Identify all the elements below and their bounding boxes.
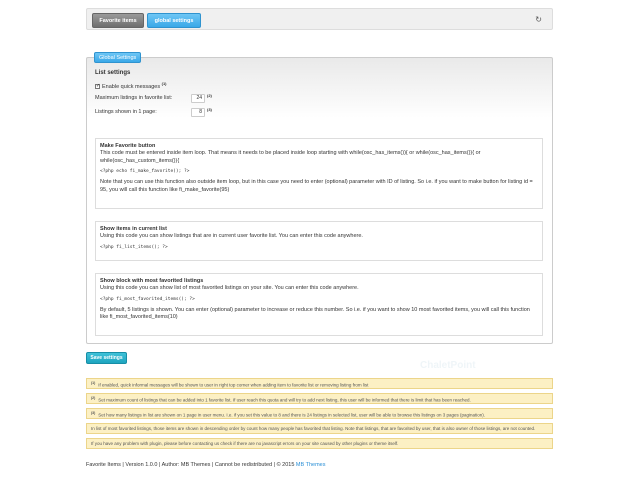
top-tab-bar: Favorite items global settings ↻ [86, 8, 553, 30]
card-title: Make Favorite button [100, 143, 156, 149]
code-snippet: <?php echo fi_make_favorite(); ?> [100, 169, 190, 174]
card-text: Using this code you can show listings th… [100, 233, 363, 239]
list-settings-heading: List settings [95, 70, 131, 76]
panel-legend: Global Settings [94, 52, 142, 63]
footer-link[interactable]: MB Themes [296, 462, 326, 468]
footnote-mark: (2) [207, 93, 212, 98]
note-row: (2) Set maximum count of listings that ca… [86, 393, 553, 404]
card-text: By default, 5 listings is shown. You can… [100, 306, 530, 321]
watermark: ChaletPoint [420, 360, 476, 371]
note-row: (1) If enabled, quick informal messages w… [86, 378, 553, 389]
quick-messages-row: ✓ Enable quick messages (1) [95, 81, 167, 90]
info-card-make-favorite: Make Favorite button This code must be e… [95, 138, 543, 209]
note-row: If you have any problem with plugin, ple… [86, 438, 553, 449]
card-title: Show block with most favorited listings [100, 278, 204, 284]
per-page-input[interactable]: 8 [191, 108, 205, 117]
card-text: This code must be entered inside item lo… [100, 150, 481, 164]
note-row: (3) Set how many listings in list are sho… [86, 408, 553, 419]
card-title: Show items in current list [100, 226, 167, 232]
code-snippet: <?php fi_list_items(); ?> [100, 244, 168, 250]
card-text: Note that you can use this function also… [100, 179, 533, 193]
card-text: Using this code you can show list of mos… [100, 285, 359, 291]
quick-messages-label: Enable quick messages [102, 83, 161, 90]
code-snippet: <?php fi_most_favorited_items(); ?> [100, 296, 195, 302]
footer-text: Favorite Items | Version 1.0.0 | Author:… [86, 462, 295, 468]
footnote-mark: (3) [207, 107, 212, 112]
refresh-icon[interactable]: ↻ [535, 15, 542, 24]
info-card-most-favorited: Show block with most favorited listings … [95, 273, 543, 336]
note-row: In list of most favorited listings, thos… [86, 423, 553, 434]
quick-messages-checkbox[interactable]: ✓ [95, 83, 100, 89]
save-settings-button[interactable]: Save settings [86, 352, 127, 364]
footer: Favorite Items | Version 1.0.0 | Author:… [86, 462, 325, 468]
tab-global-settings[interactable]: global settings [147, 13, 201, 28]
max-listings-input[interactable]: 24 [191, 94, 205, 103]
footnote-mark: (1) [161, 81, 167, 86]
max-listings-label: Maximum listings in favorite list: [95, 95, 173, 101]
per-page-label: Listings shown in 1 page: [95, 109, 157, 115]
info-card-list-items: Show items in current list Using this co… [95, 221, 543, 261]
tab-favorite-items[interactable]: Favorite items [92, 13, 144, 28]
